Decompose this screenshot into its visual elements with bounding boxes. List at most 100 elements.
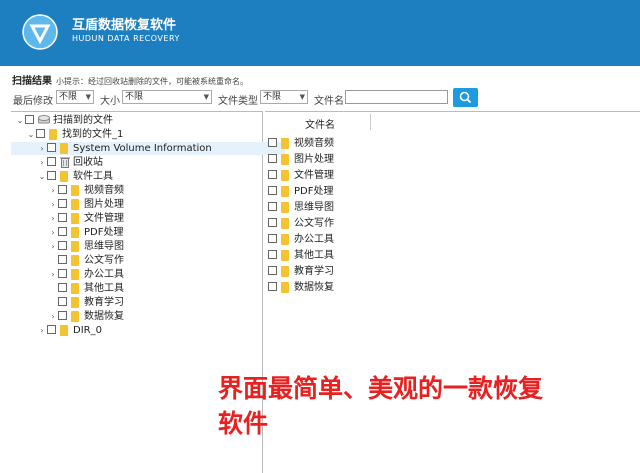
expand-chevron-icon[interactable]: › bbox=[48, 268, 58, 281]
search-button[interactable] bbox=[453, 88, 478, 107]
row-checkbox[interactable] bbox=[268, 138, 277, 147]
filetype-select[interactable]: 不限 ▼ bbox=[260, 90, 308, 104]
expand-chevron-icon[interactable]: › bbox=[48, 240, 58, 253]
file-list-row[interactable]: 办公工具 bbox=[268, 233, 334, 246]
row-checkbox[interactable] bbox=[268, 266, 277, 275]
tree-checkbox[interactable] bbox=[36, 129, 45, 138]
size-select[interactable]: 不限 ▼ bbox=[122, 90, 212, 104]
file-list-row[interactable]: 视频音频 bbox=[268, 137, 334, 150]
folder-icon bbox=[71, 227, 79, 238]
expand-chevron-icon[interactable]: › bbox=[48, 198, 58, 211]
tree-checkbox[interactable] bbox=[58, 213, 67, 222]
collapse-chevron-icon[interactable]: ⌄ bbox=[37, 170, 47, 183]
tree-node[interactable]: › 回收站 bbox=[11, 156, 103, 169]
collapse-chevron-icon[interactable]: ⌄ bbox=[15, 114, 25, 127]
tree-node[interactable]: ⌄ 扫描到的文件 bbox=[11, 114, 113, 127]
file-list-row[interactable]: 其他工具 bbox=[268, 249, 334, 262]
folder-icon bbox=[60, 171, 68, 182]
folder-icon bbox=[60, 325, 68, 336]
expand-chevron-icon[interactable]: › bbox=[37, 156, 47, 169]
tree-checkbox[interactable] bbox=[25, 115, 34, 124]
folder-icon bbox=[71, 269, 79, 280]
file-list-row[interactable]: PDF处理 bbox=[268, 185, 333, 198]
row-checkbox[interactable] bbox=[268, 202, 277, 211]
folder-icon bbox=[71, 283, 79, 294]
tree-checkbox[interactable] bbox=[58, 227, 67, 236]
tree-checkbox[interactable] bbox=[58, 255, 67, 264]
tree-checkbox[interactable] bbox=[58, 283, 67, 292]
tree-checkbox[interactable] bbox=[58, 241, 67, 250]
tree-node-label: System Volume Information bbox=[73, 143, 212, 154]
expand-chevron-icon[interactable]: › bbox=[37, 324, 47, 337]
app-subtitle: HUDUN DATA RECOVERY bbox=[72, 34, 180, 43]
file-name: 其他工具 bbox=[294, 250, 334, 261]
size-label: 大小 bbox=[100, 96, 120, 107]
tree-checkbox[interactable] bbox=[58, 269, 67, 278]
tree-node[interactable]: › 视频音频 bbox=[11, 184, 124, 197]
filename-input[interactable] bbox=[345, 90, 448, 104]
file-list-row[interactable]: 教育学习 bbox=[268, 265, 334, 278]
tree-node[interactable]: ⌄ 软件工具 bbox=[11, 170, 113, 183]
modified-select[interactable]: 不限 ▼ bbox=[56, 90, 94, 104]
file-name: 教育学习 bbox=[294, 266, 334, 277]
tree-node[interactable]: 其他工具 bbox=[11, 282, 124, 295]
promo-caption-line1: 界面最简单、美观的一款恢复 bbox=[218, 374, 544, 403]
tree-node-label: 扫描到的文件 bbox=[53, 115, 113, 126]
tree-checkbox[interactable] bbox=[58, 185, 67, 194]
file-list-row[interactable]: 思维导图 bbox=[268, 201, 334, 214]
app-title: 互盾数据恢复软件 bbox=[72, 18, 177, 33]
file-list-row[interactable]: 文件管理 bbox=[268, 169, 334, 182]
column-separator[interactable] bbox=[370, 114, 371, 130]
tree-node-label: 软件工具 bbox=[73, 171, 113, 182]
tree-node[interactable]: › 思维导图 bbox=[11, 240, 124, 253]
row-checkbox[interactable] bbox=[268, 170, 277, 179]
tree-checkbox[interactable] bbox=[58, 199, 67, 208]
row-checkbox[interactable] bbox=[268, 154, 277, 163]
scan-hint: 小提示：经过回收站删除的文件，可能被系统重命名。 bbox=[56, 77, 248, 86]
tree-node-label: 办公工具 bbox=[84, 269, 124, 280]
file-list-row[interactable]: 公文写作 bbox=[268, 217, 334, 230]
tree-node[interactable]: ⌄ 找到的文件_1 bbox=[11, 128, 123, 141]
tree-checkbox[interactable] bbox=[47, 325, 56, 334]
tree-node-label: 回收站 bbox=[73, 157, 103, 168]
column-header-filename[interactable]: 文件名 bbox=[305, 116, 335, 131]
scan-result-title: 扫描结果 bbox=[12, 76, 52, 87]
dropdown-arrow-icon: ▼ bbox=[85, 93, 91, 101]
tree-node[interactable]: › 数据恢复 bbox=[11, 310, 124, 323]
folder-icon bbox=[71, 199, 79, 210]
tree-checkbox[interactable] bbox=[58, 297, 67, 306]
tree-node[interactable]: 教育学习 bbox=[11, 296, 124, 309]
tree-checkbox[interactable] bbox=[47, 157, 56, 166]
tree-node[interactable]: › DIR_0 bbox=[11, 324, 102, 337]
tree-node-label: 公文写作 bbox=[84, 255, 124, 266]
filter-bar: 最后修改 不限 ▼ 大小 不限 ▼ 文件类型 不限 ▼ 文件名 bbox=[0, 88, 640, 110]
expand-chevron-icon[interactable]: › bbox=[48, 212, 58, 225]
tree-checkbox[interactable] bbox=[47, 143, 56, 152]
tree-node[interactable]: 公文写作 bbox=[11, 254, 124, 267]
file-list-row[interactable]: 图片处理 bbox=[268, 153, 334, 166]
tree-checkbox[interactable] bbox=[47, 171, 56, 180]
file-list-row[interactable]: 数据恢复 bbox=[268, 281, 334, 294]
tree-node[interactable]: › 办公工具 bbox=[11, 268, 124, 281]
row-checkbox[interactable] bbox=[268, 234, 277, 243]
collapse-chevron-icon[interactable]: ⌄ bbox=[26, 128, 36, 141]
folder-icon bbox=[281, 218, 289, 229]
expand-chevron-icon[interactable]: › bbox=[48, 226, 58, 239]
tree-node[interactable]: › PDF处理 bbox=[11, 226, 123, 239]
tree-node[interactable]: › 图片处理 bbox=[11, 198, 124, 211]
row-checkbox[interactable] bbox=[268, 250, 277, 259]
expand-chevron-icon[interactable]: › bbox=[48, 310, 58, 323]
folder-icon bbox=[60, 143, 68, 154]
file-name: 数据恢复 bbox=[294, 282, 334, 293]
folder-icon bbox=[71, 185, 79, 196]
file-name: 文件管理 bbox=[294, 170, 334, 181]
row-checkbox[interactable] bbox=[268, 282, 277, 291]
row-checkbox[interactable] bbox=[268, 186, 277, 195]
expand-chevron-icon[interactable]: › bbox=[37, 142, 47, 155]
expand-chevron-icon[interactable]: › bbox=[48, 184, 58, 197]
tree-node-label: 图片处理 bbox=[84, 199, 124, 210]
tree-node[interactable]: › System Volume Information bbox=[11, 142, 285, 155]
tree-checkbox[interactable] bbox=[58, 311, 67, 320]
tree-node[interactable]: › 文件管理 bbox=[11, 212, 124, 225]
row-checkbox[interactable] bbox=[268, 218, 277, 227]
